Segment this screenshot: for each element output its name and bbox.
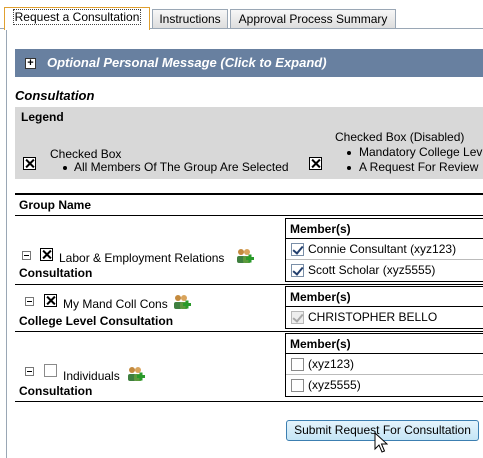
personal-message-toggle[interactable]: + Optional Personal Message (Click to Ex… (15, 49, 483, 77)
member-row: (xyz5555) (286, 375, 483, 396)
group-select-checkbox[interactable] (40, 248, 53, 261)
member-checkbox[interactable] (291, 264, 304, 277)
personal-message-label: Optional Personal Message (Click to Expa… (47, 55, 327, 70)
mouse-cursor-icon (374, 432, 388, 453)
collapse-minus-icon[interactable] (25, 367, 34, 376)
member-checkbox[interactable] (291, 243, 304, 256)
group-name: Individuals (63, 369, 120, 383)
legend-item-bullet: Mandatory College Lev (359, 145, 483, 159)
group-name: My Mand Coll Cons (63, 297, 168, 311)
checked-box-disabled-legend-icon (309, 157, 322, 170)
checked-box-legend-icon (23, 157, 36, 170)
member-row: Scott Scholar (xyz5555) (286, 260, 483, 281)
bullet-icon (347, 151, 351, 155)
tab-instructions[interactable]: Instructions (152, 9, 228, 29)
member-name: Scott Scholar (xyz5555) (308, 263, 436, 277)
member-name: (xyz5555) (308, 378, 361, 392)
collapse-minus-icon[interactable] (22, 251, 31, 260)
group-select-checkbox[interactable] (44, 364, 57, 377)
add-people-icon[interactable] (127, 366, 145, 382)
group-type: Consultation (19, 384, 93, 398)
group-rule (15, 401, 483, 402)
member-checkbox-disabled (291, 311, 304, 324)
tab-bar: Request a Consultation Instructions Appr… (0, 0, 483, 30)
member-name: Connie Consultant (xyz123) (308, 242, 457, 256)
legend-item-bullet: A Request For Review (359, 160, 479, 174)
member-list: Member(s) (xyz123) (xyz5555) (285, 333, 483, 397)
collapse-minus-icon[interactable] (25, 297, 34, 306)
tab-label: Instructions (159, 12, 221, 26)
member-checkbox[interactable] (291, 379, 304, 392)
member-row: Connie Consultant (xyz123) (286, 239, 483, 260)
members-header: Member(s) (286, 334, 483, 354)
add-people-icon[interactable] (173, 294, 191, 310)
tab-label: Approval Process Summary (238, 12, 388, 26)
member-list: Member(s) CHRISTOPHER BELLO (285, 286, 483, 329)
group-select-checkbox[interactable] (44, 294, 57, 307)
section-title: Consultation (15, 88, 95, 103)
group-name: Labor & Employment Relations (59, 251, 225, 265)
members-header: Member(s) (286, 287, 483, 307)
member-row: (xyz123) (286, 354, 483, 375)
header-rule (15, 215, 483, 216)
member-list: Member(s) Connie Consultant (xyz123) Sco… (285, 218, 483, 282)
tab-approval-process-summary[interactable]: Approval Process Summary (230, 9, 396, 29)
group-rule (15, 331, 483, 332)
expand-plus-icon[interactable]: + (25, 58, 36, 69)
group-rule (15, 284, 483, 285)
member-name: (xyz123) (308, 357, 355, 371)
table-top-rule (15, 193, 483, 195)
legend-item-title: Checked Box (50, 147, 122, 161)
group-type: Consultation (19, 266, 93, 280)
legend-panel: Legend Checked Box All Members Of The Gr… (15, 107, 483, 179)
legend-item-title: Checked Box (Disabled) (335, 130, 465, 144)
member-row: CHRISTOPHER BELLO (286, 307, 483, 328)
legend-item-bullet: All Members Of The Group Are Selected (74, 160, 289, 174)
group-name-header: Group Name (19, 198, 92, 212)
bullet-icon (63, 166, 67, 170)
tab-request-consultation[interactable]: Request a Consultation (4, 7, 150, 30)
add-people-icon[interactable] (236, 248, 254, 264)
tab-label: Request a Consultation (12, 9, 142, 25)
member-name: CHRISTOPHER BELLO (308, 310, 438, 324)
group-type: College Level Consultation (19, 314, 174, 328)
members-header: Member(s) (286, 219, 483, 239)
bullet-icon (347, 166, 351, 170)
member-checkbox[interactable] (291, 358, 304, 371)
legend-title: Legend (21, 110, 64, 124)
